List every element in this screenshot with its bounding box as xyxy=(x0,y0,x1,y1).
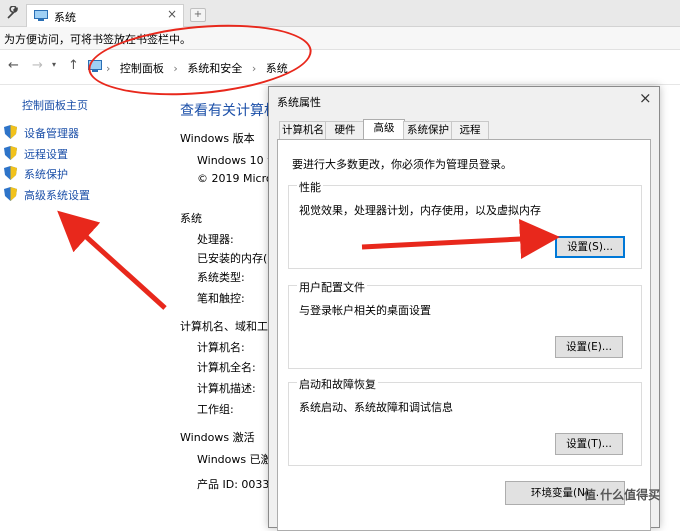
breadcrumb: › 控制面板 › 系统和安全 › 系统 xyxy=(106,60,294,76)
computer-icon xyxy=(34,10,48,21)
new-tab-button[interactable]: + xyxy=(190,8,206,22)
group-description: 视觉效果，处理器计划，内存使用，以及虚拟内存 xyxy=(299,204,541,217)
admin-note: 要进行大多数更改，你必须作为管理员登录。 xyxy=(292,158,512,171)
full-name-label: 计算机全名: xyxy=(197,361,256,374)
wrench-icon[interactable] xyxy=(6,6,20,20)
user-profiles-group: 用户配置文件 与登录帐户相关的桌面设置 设置(E)... xyxy=(288,279,642,369)
back-arrow-icon[interactable]: ← xyxy=(8,58,19,73)
performance-group: 性能 视觉效果，处理器计划，内存使用，以及虚拟内存 设置(S)... xyxy=(288,179,642,269)
tab-system-protection[interactable]: 系统保护 xyxy=(403,121,453,139)
forward-arrow-icon[interactable]: → xyxy=(32,58,43,73)
computer-name-label: 计算机名: xyxy=(197,341,245,354)
group-title: 启动和故障恢复 xyxy=(297,376,378,392)
arrow-to-advanced-settings xyxy=(57,210,167,310)
description-label: 计算机描述: xyxy=(197,382,256,395)
control-panel-icon xyxy=(88,60,102,72)
group-title: 性能 xyxy=(297,179,323,195)
sidebar-item-label: 远程设置 xyxy=(24,148,68,161)
sidebar-item-label: 系统保护 xyxy=(24,168,68,181)
advanced-tab-panel: 要进行大多数更改，你必须作为管理员登录。 性能 视觉效果，处理器计划，内存使用，… xyxy=(277,139,651,531)
system-heading: 系统 xyxy=(180,212,202,225)
recent-dropdown-icon[interactable]: ▾ xyxy=(52,60,56,69)
computer-name-heading: 计算机名、域和工作 xyxy=(180,320,279,333)
breadcrumb-separator: › xyxy=(173,62,178,75)
bookmark-bar: 为方便访问，可将书签放在书签栏中。 xyxy=(0,27,680,50)
browser-tab[interactable]: 系统 × xyxy=(26,4,184,27)
system-type-label: 系统类型: xyxy=(197,271,245,284)
breadcrumb-separator: › xyxy=(251,62,257,75)
sidebar-item-label: 设备管理器 xyxy=(24,127,79,140)
startup-recovery-settings-button[interactable]: 设置(T)... xyxy=(555,433,623,455)
workgroup-label: 工作组: xyxy=(197,403,234,416)
control-panel-home-link[interactable]: 控制面板主页 xyxy=(22,97,88,113)
startup-recovery-group: 启动和故障恢复 系统启动、系统故障和调试信息 设置(T)... xyxy=(288,376,642,466)
pen-touch-label: 笔和触控: xyxy=(197,292,245,305)
group-title: 用户配置文件 xyxy=(297,279,367,295)
sidebar-item-label: 高级系统设置 xyxy=(24,189,90,202)
windows-edition-name: Windows 10 专 xyxy=(197,154,279,167)
address-bar: ← → ▾ ↑ › 控制面板 › 系统和安全 › 系统 xyxy=(0,50,680,85)
shield-icon xyxy=(4,125,17,139)
close-icon[interactable]: × xyxy=(639,89,652,107)
shield-icon xyxy=(4,187,17,201)
tab-hardware[interactable]: 硬件 xyxy=(325,121,365,139)
group-description: 系统启动、系统故障和调试信息 xyxy=(299,401,453,414)
tab-strip: 系统 × + xyxy=(0,0,680,27)
performance-settings-button[interactable]: 设置(S)... xyxy=(555,236,625,258)
group-description: 与登录帐户相关的桌面设置 xyxy=(299,304,431,317)
system-properties-dialog: 系统属性 × 计算机名 硬件 高级 系统保护 远程 要进行大多数更改，你必须作为… xyxy=(268,86,660,531)
breadcrumb-system-security[interactable]: 系统和安全 xyxy=(187,62,242,75)
watermark: 值 什么值得买 xyxy=(584,488,661,502)
shield-icon xyxy=(4,146,17,160)
windows-edition-heading: Windows 版本 xyxy=(180,132,255,145)
activation-heading: Windows 激活 xyxy=(180,431,255,444)
copyright-text: © 2019 Micros xyxy=(197,172,279,185)
up-arrow-icon[interactable]: ↑ xyxy=(68,58,79,73)
dialog-title: 系统属性 xyxy=(277,96,321,109)
user-profiles-settings-button[interactable]: 设置(E)... xyxy=(555,336,623,358)
breadcrumb-control-panel[interactable]: 控制面板 xyxy=(120,62,164,75)
shield-icon xyxy=(4,166,17,180)
tab-advanced[interactable]: 高级 xyxy=(363,119,405,140)
tab-computer-name[interactable]: 计算机名 xyxy=(279,121,327,139)
bookmark-hint: 为方便访问，可将书签放在书签栏中。 xyxy=(4,33,191,46)
processor-label: 处理器: xyxy=(197,233,234,246)
breadcrumb-separator: › xyxy=(106,62,111,75)
page-title: 查看有关计算机 xyxy=(180,103,278,119)
breadcrumb-system[interactable]: 系统 xyxy=(266,62,288,75)
tab-title: 系统 xyxy=(54,11,76,24)
tab-close-icon[interactable]: × xyxy=(167,7,177,21)
tab-remote[interactable]: 远程 xyxy=(451,121,489,139)
